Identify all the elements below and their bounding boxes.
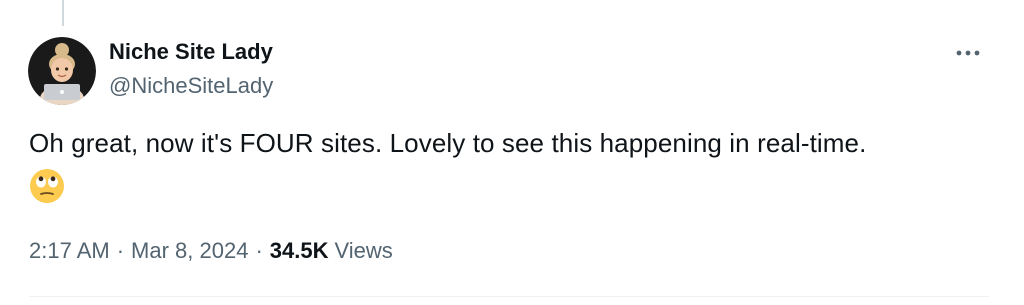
tweet-metadata: 2:17 AM · Mar 8, 2024 · 34.5K Views bbox=[29, 236, 393, 266]
views-label: Views bbox=[334, 238, 393, 263]
separator-dot: · bbox=[116, 238, 125, 263]
tweet-text: Oh great, now it's FOUR sites. Lovely to… bbox=[29, 128, 867, 158]
face-with-rolling-eyes-icon bbox=[29, 168, 65, 204]
views-count[interactable]: 34.5K bbox=[270, 238, 329, 263]
thread-connector-line bbox=[62, 0, 64, 26]
author-handle[interactable]: @NicheSiteLady bbox=[109, 72, 273, 100]
tweet-date[interactable]: Mar 8, 2024 bbox=[131, 238, 248, 263]
divider bbox=[29, 296, 989, 297]
author-display-name[interactable]: Niche Site Lady bbox=[109, 38, 273, 66]
more-horizontal-icon bbox=[956, 50, 980, 56]
more-options-button[interactable] bbox=[950, 41, 986, 65]
tweet-time[interactable]: 2:17 AM bbox=[29, 238, 110, 263]
memoji-avatar-icon bbox=[28, 37, 96, 105]
separator-dot: · bbox=[255, 238, 263, 263]
tweet-header: Niche Site Lady @NicheSiteLady bbox=[109, 38, 273, 100]
avatar[interactable] bbox=[28, 37, 96, 105]
